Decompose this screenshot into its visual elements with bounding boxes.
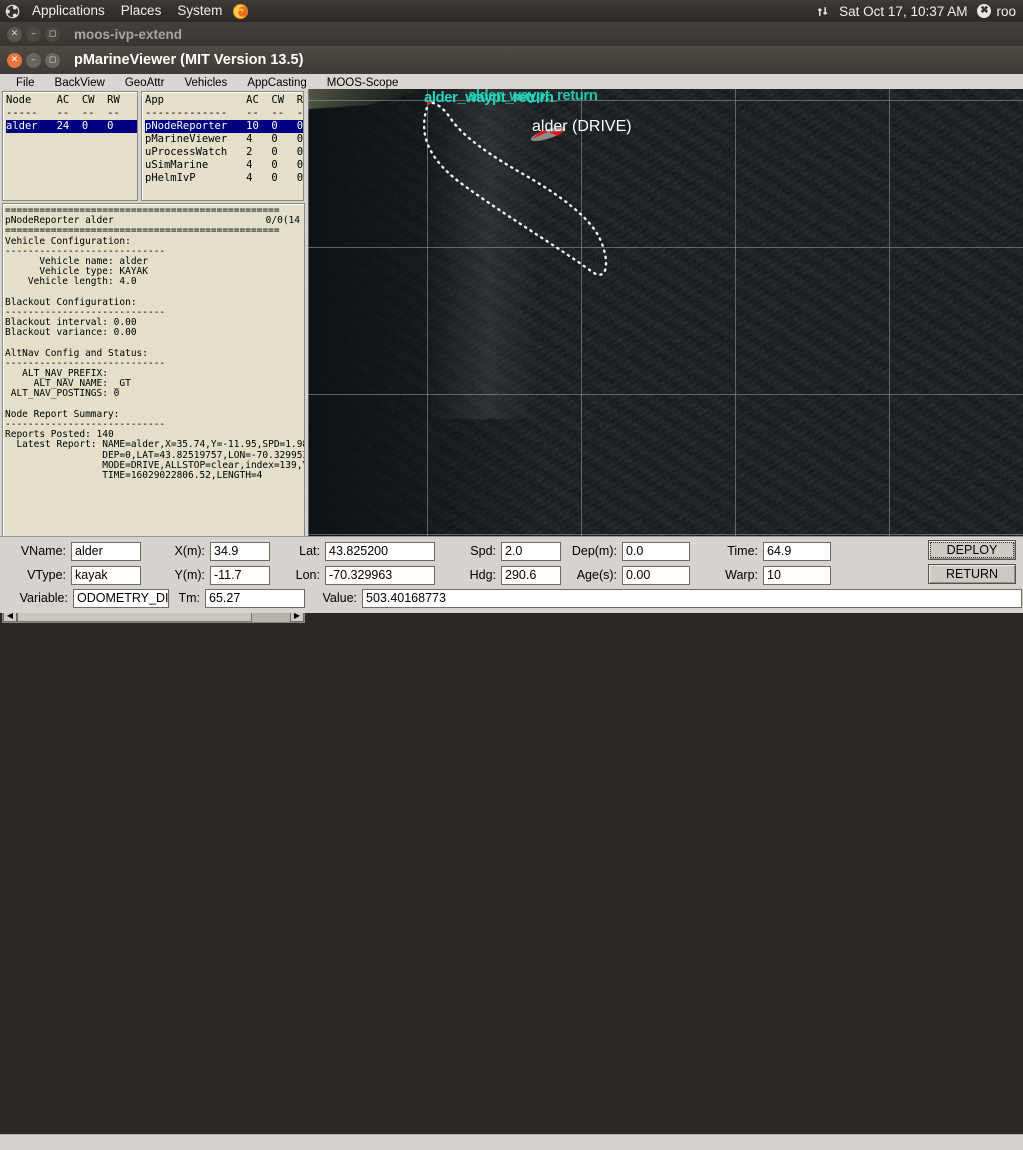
maximize-icon[interactable]: ◻ <box>45 52 60 68</box>
appcast-line: ALT_NAV_POSTINGS: 0 <box>5 388 120 400</box>
main-window-titlebar[interactable]: ✕ – ◻ pMarineViewer (MIT Version 13.5) <box>0 46 1023 74</box>
main-window-title: pMarineViewer (MIT Version 13.5) <box>74 52 304 68</box>
close-icon[interactable]: ✕ <box>7 52 22 68</box>
panel-menu-applications[interactable]: Applications <box>24 0 113 22</box>
appcast-line: Blackout variance: 0.00 <box>5 327 137 339</box>
table-row[interactable]: pMarineViewer 4 0 0 <box>145 133 303 146</box>
panel-menu-system[interactable]: System <box>169 0 230 22</box>
minimize-icon[interactable]: – <box>26 26 41 42</box>
field-label: X(m): <box>174 544 205 558</box>
field-label: Value: <box>322 591 357 605</box>
control-panel: VName: alder X(m): 34.9 Lat: 43.825200 S… <box>0 536 1023 1150</box>
deploy-button[interactable]: DEPLOY <box>928 540 1016 560</box>
clock[interactable]: Sat Oct 17, 10:37 AM <box>834 4 972 19</box>
field-label: Time: <box>727 544 758 558</box>
user-menu[interactable]: ✖ roo <box>972 4 1021 19</box>
firefox-icon[interactable] <box>232 3 249 20</box>
field-hdg: Hdg: 290.6 <box>462 565 561 585</box>
table-row[interactable]: pNodeReporter 10 0 0 <box>145 120 303 133</box>
appcast-line: Latest Report: NAME=alder,X=35.74,Y=-11.… <box>16 439 304 451</box>
field-label: Lon: <box>295 568 320 582</box>
field-label: Hdg: <box>469 568 496 582</box>
field-tm: Tm: 65.27 <box>172 588 305 608</box>
field-warp: Warp: 10 <box>718 565 831 585</box>
user-name: roo <box>996 3 1016 19</box>
field-value: Value: 503.40168773 <box>313 588 1022 608</box>
vtype-input[interactable]: kayak <box>71 565 141 585</box>
field-vname: VName: alder <box>18 541 141 561</box>
node-table-header: Node AC CW RW <box>6 94 120 106</box>
return-button[interactable]: RETURN <box>928 564 1016 584</box>
field-label: Spd: <box>470 544 496 558</box>
field-label: Variable: <box>19 591 68 605</box>
outer-window-titlebar[interactable]: ✕ – ◻ moos-ivp-extend <box>0 22 1023 46</box>
spd-input[interactable]: 2.0 <box>501 541 561 561</box>
app-table-rule: ------------- -- -- -- <box>145 107 304 119</box>
field-spd: Spd: 2.0 <box>462 541 561 561</box>
warp-input[interactable]: 10 <box>763 565 831 585</box>
field-vtype: VType: kayak <box>18 565 141 585</box>
user-badge-icon: ✖ <box>977 4 992 18</box>
table-row[interactable]: pHelmIvP 4 0 0 <box>145 172 303 185</box>
node-table[interactable]: Node AC CW RW ----- -- -- -- alder 24 0 … <box>2 91 138 201</box>
main-window-buttons: ✕ – ◻ <box>7 52 60 68</box>
field-label: Tm: <box>178 591 200 605</box>
field-variable: Variable: ODOMETRY_DIST <box>14 588 169 608</box>
field-lon: Lon: -70.329963 <box>288 565 435 585</box>
field-time: Time: 64.9 <box>718 541 831 561</box>
network-updown-icon[interactable] <box>811 5 834 18</box>
field-x: X(m): 34.9 <box>160 541 270 561</box>
screen: Applications Places System Sat Oct 17, 1… <box>0 0 1023 1150</box>
app-table[interactable]: App AC CW RW ------------- -- -- -- pNod… <box>141 91 304 201</box>
dep-input[interactable]: 0.0 <box>622 541 690 561</box>
panel-indicators: Sat Oct 17, 10:37 AM ✖ roo <box>811 4 1023 19</box>
age-input[interactable]: 0.00 <box>622 565 690 585</box>
appcast-tables: Node AC CW RW ----- -- -- -- alder 24 0 … <box>0 89 307 201</box>
field-label: VName: <box>20 544 66 558</box>
appcast-body: Vehicle Configuration: ------------------… <box>5 236 304 482</box>
app-table-header: App AC CW RW <box>145 94 304 106</box>
table-row[interactable]: alder 24 0 0 <box>6 120 137 133</box>
x-input[interactable]: 34.9 <box>210 541 270 561</box>
map-view[interactable]: alder_waypt_return alder_waypt_return al… <box>308 89 1023 536</box>
status-bar <box>0 1134 1023 1150</box>
maximize-icon[interactable]: ◻ <box>45 26 60 42</box>
vname-input[interactable]: alder <box>71 541 141 561</box>
lat-input[interactable]: 43.825200 <box>325 541 435 561</box>
field-label: Age(s): <box>576 568 617 582</box>
outer-window-buttons: ✕ – ◻ <box>7 26 60 42</box>
field-label: Y(m): <box>174 568 205 582</box>
appcast-column: Node AC CW RW ----- -- -- -- alder 24 0 … <box>0 89 307 623</box>
node-table-rule: ----- -- -- -- <box>6 107 120 119</box>
tm-input[interactable]: 65.27 <box>205 588 305 608</box>
appcast-line: Vehicle length: 4.0 <box>5 276 137 288</box>
waypoint-label: alder_waypt_return <box>424 89 554 106</box>
lon-input[interactable]: -70.329963 <box>325 565 435 585</box>
time-input[interactable]: 64.9 <box>763 541 831 561</box>
field-label: Dep(m): <box>571 544 617 558</box>
appcast-line: TIME=16029022806.52,LENGTH=4 <box>5 469 263 481</box>
variable-input[interactable]: ODOMETRY_DIST <box>73 588 169 608</box>
table-row[interactable]: uSimMarine 4 0 0 <box>145 159 303 172</box>
field-age: Age(s): 0.00 <box>565 565 690 585</box>
field-lat: Lat: 43.825200 <box>288 541 435 561</box>
field-y: Y(m): -11.7 <box>160 565 270 585</box>
outer-window-title: moos-ivp-extend <box>74 26 183 42</box>
ubuntu-logo-icon[interactable] <box>0 0 24 22</box>
hdg-input[interactable]: 290.6 <box>501 565 561 585</box>
panel-menu-places[interactable]: Places <box>113 0 170 22</box>
minimize-icon[interactable]: – <box>26 52 41 68</box>
close-icon[interactable]: ✕ <box>7 26 22 42</box>
vehicle-trail-icon <box>423 100 608 276</box>
table-row[interactable]: uProcessWatch 2 0 0 <box>145 146 303 159</box>
field-label: Lat: <box>299 544 320 558</box>
value-input[interactable]: 503.40168773 <box>362 588 1022 608</box>
y-input[interactable]: -11.7 <box>210 565 270 585</box>
desktop-top-panel: Applications Places System Sat Oct 17, 1… <box>0 0 1023 22</box>
field-dep: Dep(m): 0.0 <box>565 541 690 561</box>
field-label: VType: <box>27 568 66 582</box>
field-label: Warp: <box>725 568 758 582</box>
vehicle-label: alder (DRIVE) <box>532 118 632 135</box>
